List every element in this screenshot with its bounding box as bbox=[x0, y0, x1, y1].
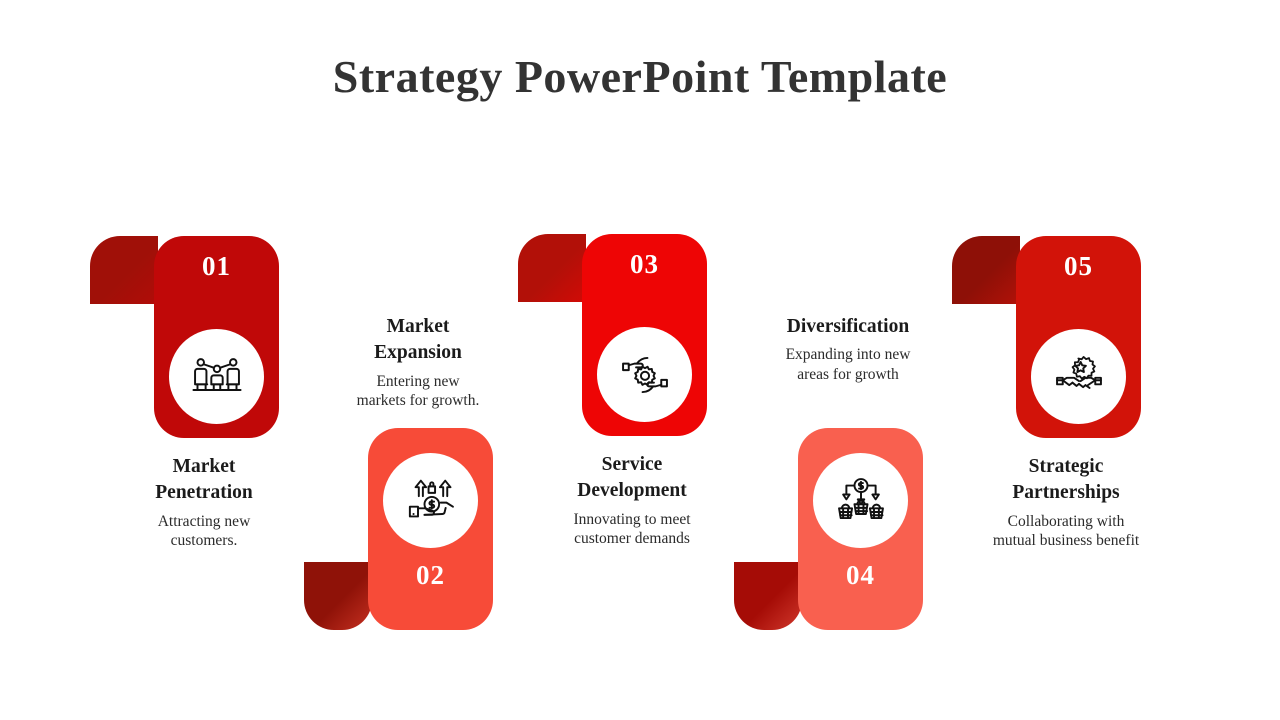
icon-circle-03 bbox=[597, 327, 692, 422]
card-text-02: Market Expansion Entering new markets fo… bbox=[296, 314, 540, 411]
icon-circle-04 bbox=[813, 453, 908, 548]
card-desc-line2-01: customers. bbox=[170, 532, 238, 550]
slide-canvas: Strategy PowerPoint Template 01 Market P… bbox=[0, 0, 1280, 720]
strategy-card-02[interactable]: 02 Market Expansion Entering new markets… bbox=[302, 260, 534, 640]
card-heading-03: Service Development bbox=[510, 452, 754, 505]
card-tab-05 bbox=[952, 236, 1020, 304]
card-tab-04 bbox=[734, 562, 802, 630]
card-desc-line1-01: Attracting new bbox=[157, 512, 251, 530]
strategy-card-group: 01 Market Penetration Attracting new cus… bbox=[0, 0, 1280, 720]
card-heading-line2-03: Development bbox=[577, 480, 687, 502]
audience-growth-icon bbox=[191, 357, 242, 391]
card-text-04: Diversification Expanding into new areas… bbox=[726, 314, 970, 385]
card-heading-line1-04: Diversification bbox=[786, 316, 910, 337]
card-tab-02 bbox=[304, 562, 372, 630]
card-desc-line1-02: Entering new bbox=[376, 372, 460, 390]
card-heading-line2-05: Partnerships bbox=[1012, 482, 1120, 504]
card-desc-line2-05: mutual business benefit bbox=[992, 532, 1140, 550]
card-desc-line2-03: customer demands bbox=[574, 530, 690, 548]
card-tab-01 bbox=[90, 236, 158, 304]
card-heading-05: Strategic Partnerships bbox=[944, 454, 1188, 507]
card-desc-03: Innovating to meet customer demands bbox=[510, 510, 754, 550]
card-heading-line1-03: Service bbox=[601, 454, 663, 475]
strategy-card-01[interactable]: 01 Market Penetration Attracting new cus… bbox=[88, 206, 320, 586]
card-desc-02: Entering new markets for growth. bbox=[296, 372, 540, 412]
icon-circle-02 bbox=[383, 453, 478, 548]
strategy-card-04[interactable]: 04 Diversification Expanding into new ar… bbox=[732, 260, 964, 640]
card-number-04: 04 bbox=[846, 560, 875, 590]
card-desc-line1-04: Expanding into new bbox=[785, 346, 911, 364]
handshake-gear-icon bbox=[1055, 355, 1102, 389]
card-desc-01: Attracting new customers. bbox=[82, 512, 326, 552]
card-desc-04: Expanding into new areas for growth bbox=[726, 345, 970, 385]
card-heading-line2-02: Expansion bbox=[374, 342, 462, 364]
card-heading-line1-05: Strategic bbox=[1028, 456, 1104, 477]
card-heading-02: Market Expansion bbox=[296, 314, 540, 367]
card-desc-line1-05: Collaborating with bbox=[1007, 512, 1125, 530]
card-number-02: 02 bbox=[416, 560, 445, 590]
money-growth-hand-icon bbox=[408, 479, 454, 517]
card-heading-line2-01: Penetration bbox=[155, 482, 253, 504]
card-heading-line1-02: Market bbox=[386, 316, 450, 337]
card-heading-04: Diversification bbox=[726, 314, 970, 340]
card-desc-line2-04: areas for growth bbox=[797, 366, 899, 384]
card-tab-03 bbox=[518, 234, 586, 302]
card-heading-01: Market Penetration bbox=[82, 454, 326, 507]
card-number-01: 01 bbox=[202, 251, 231, 281]
card-desc-line2-02: markets for growth. bbox=[356, 392, 480, 410]
card-text-01: Market Penetration Attracting new custom… bbox=[82, 454, 326, 551]
hands-gear-icon bbox=[621, 356, 668, 393]
card-text-05: Strategic Partnerships Collaborating wit… bbox=[944, 454, 1188, 551]
card-heading-line1-01: Market bbox=[172, 456, 236, 477]
strategy-card-05[interactable]: 05 Strategic Partnerships Collaborating … bbox=[950, 206, 1182, 586]
card-number-05: 05 bbox=[1064, 251, 1093, 281]
card-desc-05: Collaborating with mutual business benef… bbox=[944, 512, 1188, 552]
card-number-03: 03 bbox=[630, 249, 659, 279]
card-text-03: Service Development Innovating to meet c… bbox=[510, 452, 754, 549]
strategy-card-03[interactable]: 03 Service Development Innovating to mee… bbox=[516, 204, 748, 584]
icon-circle-05 bbox=[1031, 329, 1126, 424]
icon-circle-01 bbox=[169, 329, 264, 424]
card-desc-line1-03: Innovating to meet bbox=[573, 510, 691, 528]
dollar-baskets-icon bbox=[837, 477, 884, 519]
